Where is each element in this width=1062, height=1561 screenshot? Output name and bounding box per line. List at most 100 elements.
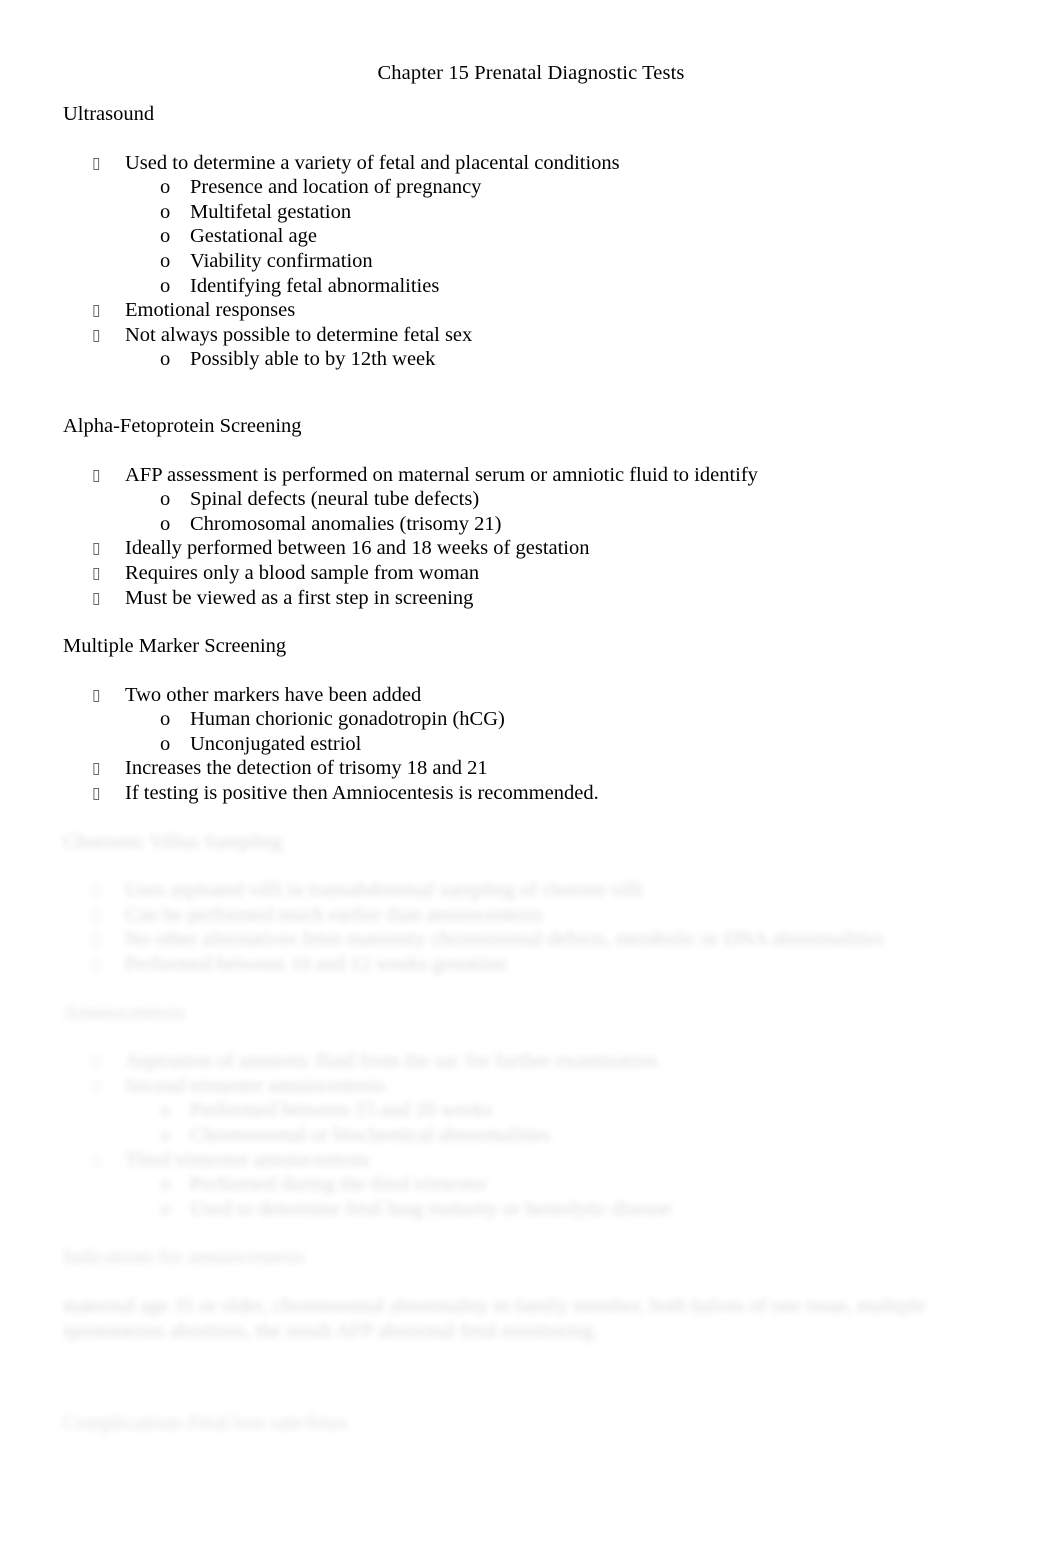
list-item: o Performed during the third trimester xyxy=(0,1172,1062,1197)
list-item-label: Possibly able to by 12th week xyxy=(190,348,436,371)
bullet-box-icon: ▯ xyxy=(92,905,101,924)
bullet-box-icon: ▯ xyxy=(92,563,101,582)
list-item: ▯ Third trimester amniocentesis xyxy=(0,1148,1062,1173)
list-item-label: Performed between 15 and 20 weeks xyxy=(190,1099,493,1122)
bullet-box-icon: ▯ xyxy=(92,784,101,803)
bullet-box-icon: ▯ xyxy=(92,881,101,900)
bullet-circle-icon: o xyxy=(160,732,171,755)
bullet-box-icon: ▯ xyxy=(92,930,101,949)
bullet-circle-icon: o xyxy=(160,348,171,371)
list-item: ▯ Increases the detection of trisomy 18 … xyxy=(0,756,1062,781)
page-title: Chapter 15 Prenatal Diagnostic Tests xyxy=(377,62,685,84)
bullet-circle-icon: o xyxy=(160,176,171,199)
section-heading-redacted-1: Chorionic Villus Sampling xyxy=(63,830,283,853)
list-redacted-1: ▯ Uses aspirated villi in transabdominal… xyxy=(0,878,1062,976)
list-multiple-marker-screening: ▯ Two other markers have been added o Hu… xyxy=(0,683,1062,806)
list-item-label: Third trimester amniocentesis xyxy=(125,1148,370,1171)
bullet-box-icon: ▯ xyxy=(92,1076,101,1095)
list-item-label: Aspiration of amniotic fluid from the sa… xyxy=(125,1050,658,1073)
list-item: ▯ Two other markers have been added xyxy=(0,683,1062,708)
bullet-box-icon: ▯ xyxy=(92,759,101,778)
list-item: o Multifetal gestation xyxy=(0,200,1062,225)
section-heading-redacted-2: Amniocentesis xyxy=(63,1001,185,1024)
list-item-label: Emotional responses xyxy=(125,299,296,322)
list-item: ▯ Must be viewed as a first step in scre… xyxy=(0,586,1062,611)
list-item: o Performed between 15 and 20 weeks xyxy=(0,1098,1062,1123)
bullet-circle-icon: o xyxy=(160,274,171,297)
bullet-circle-icon: o xyxy=(160,1124,171,1146)
list-item-label: Used to determine fetal lung maturity or… xyxy=(190,1197,672,1220)
bullet-box-icon: ▯ xyxy=(92,588,101,607)
list-item-label: Not always possible to determine fetal s… xyxy=(125,323,473,346)
list-item-label: Multifetal gestation xyxy=(190,200,352,223)
bullet-circle-icon: o xyxy=(160,225,171,248)
bullet-circle-icon: o xyxy=(160,708,171,731)
list-item: ▯ Not always possible to determine fetal… xyxy=(0,323,1062,348)
list-item: o Chromosomal or biochemical abnormaliti… xyxy=(0,1123,1062,1148)
list-item: ▯ Uses aspirated villi in transabdominal… xyxy=(0,878,1062,903)
bullet-circle-icon: o xyxy=(160,1173,171,1196)
document-body: Ultrasound ▯ Used to determine a variety… xyxy=(0,102,1062,1436)
document-page: Chapter 15 Prenatal Diagnostic Tests Ult… xyxy=(0,0,1062,1561)
list-ultrasound: ▯ Used to determine a variety of fetal a… xyxy=(0,151,1062,372)
list-item-label: Spinal defects (neural tube defects) xyxy=(190,488,480,511)
list-item-label: Uses aspirated villi in transabdominal s… xyxy=(125,879,644,902)
bullet-circle-icon: o xyxy=(160,200,171,223)
bullet-box-icon: ▯ xyxy=(92,685,101,704)
bullet-box-icon: ▯ xyxy=(92,465,101,484)
list-item: o Presence and location of pregnancy xyxy=(0,175,1062,200)
bullet-circle-icon: o xyxy=(160,249,171,272)
list-item-label: AFP assessment is performed on maternal … xyxy=(125,463,758,486)
list-item-label: Performed between 10 and 12 weeks gestat… xyxy=(125,953,507,976)
list-item: ▯ Second trimester amniocentesis xyxy=(0,1074,1062,1099)
list-item: ▯ If testing is positive then Amniocente… xyxy=(0,781,1062,806)
list-item: o Possibly able to by 12th week xyxy=(0,347,1062,372)
bullet-box-icon: ▯ xyxy=(92,153,101,172)
section-heading-afp-screening: Alpha-Fetoprotein Screening xyxy=(63,414,302,437)
list-item: o Unconjugated estriol xyxy=(0,732,1062,757)
list-item-label: Performed during the third trimester xyxy=(190,1173,488,1196)
list-item-label: Second trimester amniocentesis xyxy=(125,1074,385,1097)
bullet-box-icon: ▯ xyxy=(92,301,101,320)
bullet-circle-icon: o xyxy=(160,512,171,535)
list-item-label: If testing is positive then Amniocentesi… xyxy=(125,782,599,805)
list-item-label: Gestational age xyxy=(190,225,317,248)
list-item-label: Increases the detection of trisomy 18 an… xyxy=(125,757,488,780)
list-item: ▯ Used to determine a variety of fetal a… xyxy=(0,151,1062,176)
section-heading-redacted-4: Complications Fetal loss rate/fetus xyxy=(63,1411,348,1434)
bullet-circle-icon: o xyxy=(160,1099,171,1122)
list-item: o Chromosomal anomalies (trisomy 21) xyxy=(0,512,1062,537)
list-item: ▯ AFP assessment is performed on materna… xyxy=(0,463,1062,488)
list-item-label: Can be performed much earlier than amnio… xyxy=(125,903,543,926)
list-item: o Spinal defects (neural tube defects) xyxy=(0,487,1062,512)
section-heading-ultrasound: Ultrasound xyxy=(63,103,155,125)
list-item-label: Viability confirmation xyxy=(190,249,373,272)
list-item: ▯ Performed between 10 and 12 weeks gest… xyxy=(0,952,1062,977)
list-item: ▯ Emotional responses xyxy=(0,298,1062,323)
list-item-label: Presence and location of pregnancy xyxy=(190,176,482,199)
list-item: ▯ Can be performed much earlier than amn… xyxy=(0,903,1062,928)
bullet-circle-icon: o xyxy=(160,488,171,511)
list-item-label: Used to determine a variety of fetal and… xyxy=(125,151,620,174)
section-heading-redacted-3: Indications for amniocentesis xyxy=(63,1246,305,1269)
list-item: o Used to determine fetal lung maturity … xyxy=(0,1197,1062,1222)
list-item-label: No other alternatives fetus maternity ch… xyxy=(125,928,884,951)
list-item: o Gestational age xyxy=(0,224,1062,249)
list-item-label: Requires only a blood sample from woman xyxy=(125,561,480,584)
bullet-box-icon: ▯ xyxy=(92,539,101,558)
paragraph-redacted-3: maternal age 35 or older, chromosomal ab… xyxy=(63,1294,926,1343)
list-item: o Human chorionic gonadotropin (hCG) xyxy=(0,707,1062,732)
list-item: ▯ Requires only a blood sample from woma… xyxy=(0,561,1062,586)
bullet-box-icon: ▯ xyxy=(92,325,101,344)
list-item-label: Human chorionic gonadotropin (hCG) xyxy=(190,708,505,731)
bullet-box-icon: ▯ xyxy=(92,1052,101,1071)
